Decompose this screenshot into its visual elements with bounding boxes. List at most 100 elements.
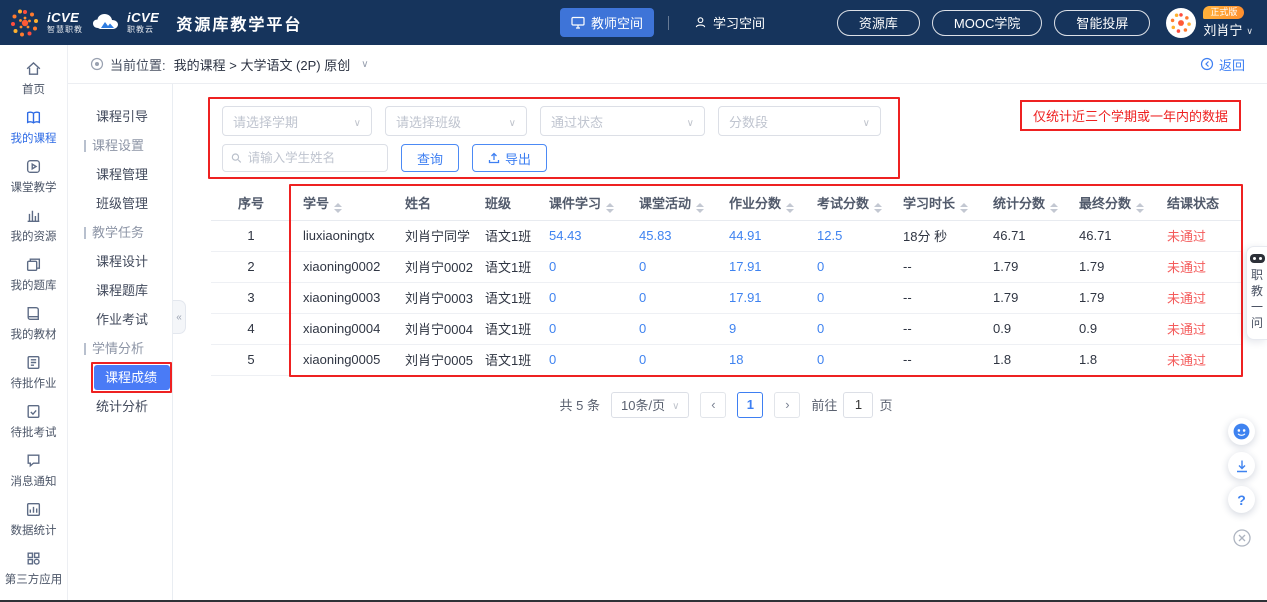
semester-select[interactable]: 请选择学期: [222, 106, 372, 136]
cell-activity-link[interactable]: 45.83: [627, 220, 717, 251]
breadcrumb-path[interactable]: 我的课程 > 大学语文 (2P) 原创: [174, 55, 351, 74]
rail-item-data-statistics[interactable]: 数据统计: [0, 495, 67, 544]
page-1-button[interactable]: 1: [737, 392, 763, 418]
main-content: 仅统计近三个学期或一年内的数据 请选择学期 请选择班级 通过状态 分数段: [173, 84, 1267, 600]
back-arrow-icon: [1200, 57, 1214, 71]
cell-exam-link[interactable]: 0: [805, 282, 891, 313]
cell-courseware-link[interactable]: 0: [537, 251, 627, 282]
assistant-button[interactable]: [1228, 418, 1255, 445]
col-final-score[interactable]: 最终分数: [1067, 186, 1155, 220]
sidebar-item-course-management[interactable]: 课程管理: [68, 160, 172, 189]
user-menu[interactable]: 正式版 刘肖宁: [1166, 6, 1253, 39]
resource-library-button[interactable]: 资源库: [837, 10, 920, 36]
cell-class: 语文1班: [473, 220, 537, 251]
cell-homework-link[interactable]: 18: [717, 344, 805, 375]
document-check-icon: [25, 403, 42, 420]
pass-status-select[interactable]: 通过状态: [540, 106, 705, 136]
class-select[interactable]: 请选择班级: [385, 106, 527, 136]
stacked-cards-icon: [25, 256, 42, 273]
cell-homework-link[interactable]: 9: [717, 313, 805, 344]
col-duration[interactable]: 学习时长: [891, 186, 981, 220]
rail-item-pending-homework[interactable]: 待批作业: [0, 348, 67, 397]
rail-item-home[interactable]: 首页: [0, 54, 67, 103]
back-button[interactable]: 返回: [1200, 55, 1245, 74]
rail-item-pending-exams[interactable]: 待批考试: [0, 397, 67, 446]
smart-cast-button[interactable]: 智能投屏: [1054, 10, 1150, 36]
chevron-down-icon[interactable]: [361, 59, 368, 70]
cell-final-score: 1.8: [1067, 344, 1155, 375]
search-icon: [231, 152, 242, 164]
cell-final-score: 1.79: [1067, 251, 1155, 282]
goto-page-input[interactable]: [843, 392, 873, 418]
rail-item-classroom-teaching[interactable]: 课堂教学: [0, 152, 67, 201]
sidebar-item-course-design[interactable]: 课程设计: [68, 247, 172, 276]
sidebar-collapse-handle[interactable]: «: [173, 300, 186, 334]
score-range-select[interactable]: 分数段: [718, 106, 881, 136]
col-homework[interactable]: 作业分数: [717, 186, 805, 220]
mooc-college-button[interactable]: MOOC学院: [932, 10, 1042, 36]
student-space-button[interactable]: 学习空间: [683, 8, 776, 37]
play-video-icon: [25, 158, 42, 175]
download-button[interactable]: [1228, 452, 1255, 479]
col-student-id[interactable]: 学号: [291, 186, 393, 220]
cell-exam-link[interactable]: 0: [805, 313, 891, 344]
download-icon: [1235, 459, 1249, 473]
student-name-input[interactable]: [248, 151, 379, 165]
col-activity[interactable]: 课堂活动: [627, 186, 717, 220]
sidebar-item-class-management[interactable]: 班级管理: [68, 189, 172, 218]
cell-activity-link[interactable]: 0: [627, 313, 717, 344]
col-exam[interactable]: 考试分数: [805, 186, 891, 220]
rail-item-third-party-apps[interactable]: 第三方应用: [0, 544, 67, 593]
cell-activity-link[interactable]: 0: [627, 251, 717, 282]
cell-exam-link[interactable]: 12.5: [805, 220, 891, 251]
floating-tools: ?: [1228, 418, 1255, 551]
breadcrumb: 当前位置: 我的课程 > 大学语文 (2P) 原创: [90, 55, 369, 74]
statistics-note: 仅统计近三个学期或一年内的数据: [1020, 100, 1241, 131]
zhijiao-ask-tab[interactable]: 职 教 一 问: [1246, 246, 1267, 340]
query-button[interactable]: 查询: [401, 144, 459, 172]
export-upload-icon: [488, 152, 500, 164]
rail-item-my-question-bank[interactable]: 我的题库: [0, 250, 67, 299]
cell-student-id: liuxiaoningtx: [291, 220, 393, 251]
cell-exam-link[interactable]: 0: [805, 251, 891, 282]
prev-page-button[interactable]: ‹: [700, 392, 726, 418]
export-button[interactable]: 导出: [472, 144, 547, 172]
sidebar-item-statistical-analysis[interactable]: 统计分析: [68, 392, 172, 421]
cell-duration: 18分 秒: [891, 220, 981, 251]
cell-homework-link[interactable]: 17.91: [717, 282, 805, 313]
cell-activity-link[interactable]: 0: [627, 282, 717, 313]
cell-courseware-link[interactable]: 54.43: [537, 220, 627, 251]
next-page-button[interactable]: ›: [774, 392, 800, 418]
sidebar-item-course-guide[interactable]: 课程引导: [68, 102, 172, 131]
col-stat-score[interactable]: 统计分数: [981, 186, 1067, 220]
close-tools-button[interactable]: [1228, 524, 1255, 551]
icve-smart-edu-logo-text: iCVE 智慧职教: [47, 11, 83, 34]
cell-index: 3: [211, 282, 291, 313]
help-button[interactable]: ?: [1228, 486, 1255, 513]
cell-courseware-link[interactable]: 0: [537, 282, 627, 313]
chat-bubble-icon: [25, 452, 42, 469]
sidebar-item-course-question-bank[interactable]: 课程题库: [68, 276, 172, 305]
cell-homework-link[interactable]: 44.91: [717, 220, 805, 251]
sidebar-item-homework-exams[interactable]: 作业考试: [68, 305, 172, 334]
col-courseware[interactable]: 课件学习: [537, 186, 627, 220]
teacher-space-button[interactable]: 教师空间: [560, 8, 654, 37]
cell-homework-link[interactable]: 17.91: [717, 251, 805, 282]
rail-item-my-courses[interactable]: 我的课程: [0, 103, 67, 152]
sidebar-item-course-grades[interactable]: 课程成绩: [94, 365, 170, 390]
cell-courseware-link[interactable]: 0: [537, 313, 627, 344]
user-name[interactable]: 刘肖宁: [1203, 20, 1253, 39]
page-size-select[interactable]: 10条/页: [611, 392, 689, 418]
student-space-label: 学习空间: [713, 13, 765, 32]
cell-courseware-link[interactable]: 0: [537, 344, 627, 375]
monitor-icon: [571, 16, 585, 29]
rail-item-notifications[interactable]: 消息通知: [0, 446, 67, 495]
cell-class: 语文1班: [473, 313, 537, 344]
cell-exam-link[interactable]: 0: [805, 344, 891, 375]
cell-class: 语文1班: [473, 344, 537, 375]
rail-item-my-resources[interactable]: 我的资源: [0, 201, 67, 250]
document-lines-icon: [25, 354, 42, 371]
rail-item-my-textbooks[interactable]: 我的教材: [0, 299, 67, 348]
chevron-down-icon: [1246, 22, 1253, 37]
cell-activity-link[interactable]: 0: [627, 344, 717, 375]
